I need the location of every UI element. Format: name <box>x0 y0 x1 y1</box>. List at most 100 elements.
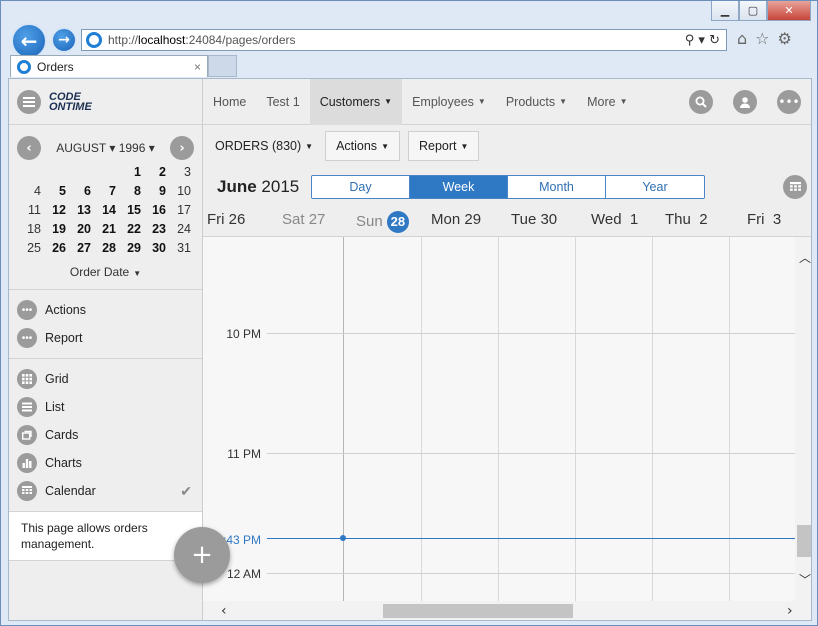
sidebar-item-report[interactable]: ••• Report <box>9 324 202 352</box>
calendar-day[interactable]: 20 <box>70 222 95 240</box>
calendar-month-year[interactable]: AUGUST ▾ 1996 ▾ <box>56 141 155 155</box>
new-tab-button[interactable] <box>208 55 237 77</box>
day-header[interactable]: Fri 3 <box>747 211 781 228</box>
calendar-day[interactable]: 31 <box>170 241 195 259</box>
calendar-day[interactable]: 2 <box>145 165 170 183</box>
nav-employees[interactable]: Employees ▼ <box>402 79 496 125</box>
actions-button[interactable]: Actions ▼ <box>325 131 400 161</box>
nav-customers[interactable]: Customers ▼ <box>309 79 403 125</box>
calendar-day[interactable]: 6 <box>70 184 95 202</box>
calendar-day[interactable]: 28 <box>95 241 120 259</box>
close-window-button[interactable]: ✕ <box>767 1 811 21</box>
report-button[interactable]: Report ▼ <box>407 131 480 161</box>
calendar-day[interactable]: 17 <box>170 203 195 221</box>
scroll-left-icon[interactable]: ‹ <box>221 603 227 619</box>
calendar-day[interactable]: 10 <box>170 184 195 202</box>
calendar-day[interactable]: 13 <box>70 203 95 221</box>
calendar-day[interactable]: 1 <box>120 165 145 183</box>
more-icon: ••• <box>17 328 37 348</box>
calendar-day[interactable]: 19 <box>45 222 70 240</box>
calendar-picker-icon[interactable] <box>783 175 807 199</box>
check-icon: ✔ <box>180 482 192 499</box>
user-icon[interactable] <box>733 89 757 114</box>
settings-icon[interactable]: ⚙ <box>778 29 792 48</box>
calendar-day[interactable]: 21 <box>95 222 120 240</box>
calendar-day[interactable]: 25 <box>20 241 45 259</box>
favorites-icon[interactable]: ☆ <box>755 29 769 48</box>
day-header-today[interactable]: Sun 28 <box>356 211 409 233</box>
day-header[interactable]: Tue 30 <box>511 211 557 228</box>
order-date-selector[interactable]: Order Date ▼ <box>9 265 202 289</box>
address-bar[interactable]: http://localhost:24084/pages/orders ⚲ ▾ … <box>81 29 727 51</box>
next-month-button[interactable]: › <box>170 136 194 160</box>
calendar-day[interactable]: 16 <box>145 203 170 221</box>
calendar-day[interactable]: 5 <box>45 184 70 202</box>
calendar-day[interactable]: 9 <box>145 184 170 202</box>
sidebar-item-grid[interactable]: Grid <box>9 365 202 393</box>
vertical-scroll-thumb[interactable] <box>797 525 811 557</box>
nav-products[interactable]: Products ▼ <box>496 79 577 125</box>
day-header[interactable]: Fri 26 <box>207 211 245 228</box>
sidebar-item-cards[interactable]: Cards <box>9 421 202 449</box>
scroll-right-icon[interactable]: › <box>787 603 793 619</box>
vertical-scrollbar[interactable]: ︿ ﹀ <box>795 237 811 601</box>
scroll-up-icon[interactable]: ︿ <box>799 249 811 266</box>
maximize-button[interactable]: ▢ <box>739 1 767 21</box>
prev-month-button[interactable]: ‹ <box>17 136 41 160</box>
day-header[interactable]: Mon 29 <box>431 211 481 228</box>
minimize-button[interactable]: ▁ <box>711 1 739 21</box>
sidebar-item-actions[interactable]: ••• Actions <box>9 296 202 324</box>
nav-home[interactable]: Home <box>203 79 256 125</box>
calendar-day[interactable]: 27 <box>70 241 95 259</box>
horizontal-scrollbar[interactable]: ‹ › <box>203 601 811 620</box>
calendar-day[interactable]: 3 <box>170 165 195 183</box>
orders-view-selector[interactable]: ORDERS (830) ▼ <box>211 131 317 161</box>
menu-icon[interactable] <box>17 89 41 114</box>
horizontal-scroll-thumb[interactable] <box>383 604 573 618</box>
calendar-day[interactable]: 4 <box>20 184 45 202</box>
forward-button[interactable]: → <box>51 27 77 53</box>
calendar-day[interactable]: 23 <box>145 222 170 240</box>
view-week-button[interactable]: Week <box>410 176 508 198</box>
more-icon[interactable]: ••• <box>777 89 801 114</box>
calendar-day[interactable]: 12 <box>45 203 70 221</box>
calendar-day[interactable]: 7 <box>95 184 120 202</box>
view-month-button[interactable]: Month <box>508 176 606 198</box>
day-header[interactable]: Thu 2 <box>665 211 708 228</box>
actions-label: Actions <box>336 139 378 153</box>
address-tools[interactable]: ⚲ ▾ ↻ <box>685 33 726 48</box>
calendar-day[interactable]: 29 <box>120 241 145 259</box>
calendar-day[interactable]: 14 <box>95 203 120 221</box>
calendar-day[interactable]: 22 <box>120 222 145 240</box>
calendar-day[interactable]: 30 <box>145 241 170 259</box>
sidebar-item-list[interactable]: List <box>9 393 202 421</box>
day-name: Wed <box>591 211 622 228</box>
back-button[interactable]: ← <box>11 23 47 59</box>
calendar-day[interactable]: 15 <box>120 203 145 221</box>
nav-more[interactable]: More ▼ <box>577 79 637 125</box>
add-button[interactable]: + <box>174 527 230 583</box>
calendar-day[interactable]: 11 <box>20 203 45 221</box>
calendar-day[interactable]: 24 <box>170 222 195 240</box>
sidebar-item-calendar[interactable]: Calendar ✔ <box>9 477 202 505</box>
home-icon[interactable]: ⌂ <box>737 29 747 48</box>
report-label: Report <box>418 139 457 153</box>
calendar-day[interactable]: 18 <box>20 222 45 240</box>
day-name: Mon <box>431 211 461 228</box>
week-time-grid[interactable]: 10 PM 11 PM 12 AM :43 PM <box>203 237 811 601</box>
calendar-day[interactable]: 8 <box>120 184 145 202</box>
nav-test1[interactable]: Test 1 <box>256 79 309 125</box>
view-day-button[interactable]: Day <box>312 176 410 198</box>
tab-close-icon[interactable]: × <box>194 60 201 74</box>
view-year-button[interactable]: Year <box>606 176 704 198</box>
sidebar-item-label: List <box>45 400 65 414</box>
search-icon[interactable] <box>689 89 713 114</box>
sidebar-item-charts[interactable]: Charts <box>9 449 202 477</box>
scroll-down-icon[interactable]: ﹀ <box>799 571 811 588</box>
browser-tab[interactable]: Orders × <box>10 55 208 77</box>
day-header[interactable]: Wed 1 <box>591 211 638 228</box>
day-header[interactable]: Sat 27 <box>282 211 325 228</box>
more-icon: ••• <box>17 300 37 320</box>
hour-line <box>267 453 797 454</box>
calendar-day[interactable]: 26 <box>45 241 70 259</box>
